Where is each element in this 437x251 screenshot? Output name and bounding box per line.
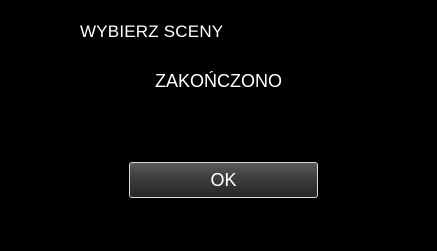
ok-button[interactable]: OK <box>129 162 318 198</box>
ok-button-label: OK <box>210 170 237 190</box>
camera-menu-screen: WYBIERZ SCENY ZAKOŃCZONO OK <box>0 0 437 251</box>
screen-title: WYBIERZ SCENY <box>80 22 224 41</box>
status-message: ZAKOŃCZONO <box>154 71 282 91</box>
